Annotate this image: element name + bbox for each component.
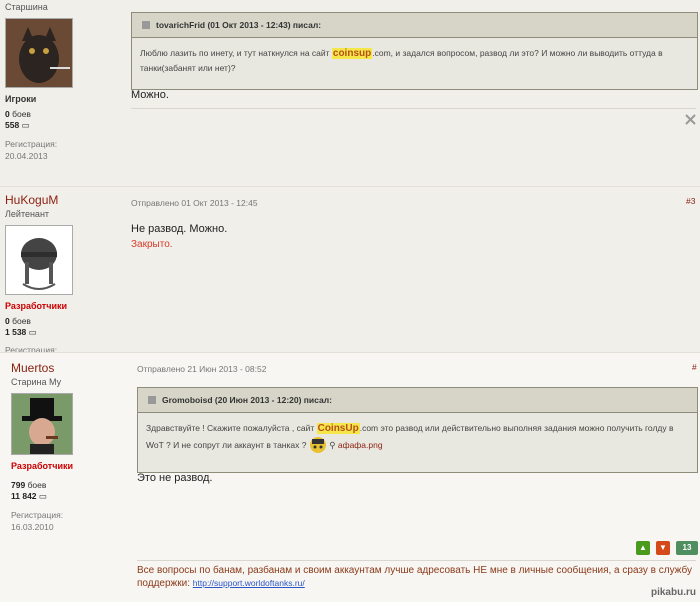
post-number-link[interactable]: #3	[686, 196, 695, 206]
author-messages: 558 ▭	[5, 120, 30, 130]
divider	[137, 560, 696, 561]
quote-icon	[148, 396, 156, 404]
signature: Все вопросы по банам, разбанам и своим а…	[137, 565, 692, 589]
closed-notice: Закрыто.	[131, 239, 173, 250]
author-nick[interactable]: Muertos	[11, 361, 131, 375]
author-battles: 0 боев	[5, 109, 31, 119]
author-rank: Лейтенант	[5, 209, 50, 219]
highlight: coinsup	[331, 48, 373, 59]
cat-avatar-icon	[6, 19, 72, 87]
emoticon-icon	[309, 436, 327, 454]
post-author: Muertos Старина Му Разработчики 799 боев…	[11, 361, 131, 532]
author-battles: 799 боев	[11, 480, 47, 490]
author-rank: Старина Му	[11, 377, 62, 387]
quote-header: tovarichFrid (01 Окт 2013 - 12:43) писал…	[132, 13, 697, 38]
vote-down-button[interactable]: ▼	[656, 541, 670, 555]
divider	[131, 108, 696, 109]
attachment-icon: ⚲	[329, 440, 336, 450]
close-icon[interactable]	[685, 114, 696, 125]
quote-body: Здравствуйте ! Скажите пожалуйста , сайт…	[138, 413, 697, 454]
post-author: HuKoguM Лейтенант Разработчики 0 боев 1 …	[5, 193, 125, 355]
reg-date: 16.03.2010	[11, 522, 54, 532]
reg-date: 20.04.2013	[5, 151, 48, 161]
post-3: Muertos Старина Му Разработчики 799 боев…	[0, 352, 700, 602]
author-messages: 11 842 ▭	[11, 491, 47, 501]
avatar[interactable]	[5, 18, 73, 88]
author-group: Разработчики	[5, 301, 68, 311]
reg-label: Регистрация:	[5, 139, 58, 149]
quote-body: Люблю лазить по инету, и тут наткнулся н…	[140, 48, 663, 73]
support-link[interactable]: http://support.worldoftanks.ru/	[193, 578, 305, 588]
message-icon: ▭	[28, 327, 37, 337]
quote-block: Gromoboisd (20 Июн 2013 - 12:20) писал: …	[137, 387, 698, 473]
author-messages: 1 538 ▭	[5, 327, 37, 337]
reg-label: Регистрация:	[11, 510, 64, 520]
helmet-avatar-icon	[6, 226, 72, 294]
quote-icon	[142, 21, 150, 29]
avatar[interactable]	[5, 225, 73, 295]
post-date: Отправлено 01 Окт 2013 - 12:45	[131, 198, 258, 208]
watermark: pikabu.ru	[650, 587, 696, 598]
author-battles: 0 боев	[5, 316, 31, 326]
post-number-link[interactable]: #	[692, 362, 697, 372]
avatar[interactable]	[11, 393, 73, 455]
top-hat-avatar-icon	[12, 394, 72, 454]
post-1: Старшина Игроки 0 боев 558 ▭ Регистрация…	[0, 0, 700, 186]
post-2: HuKoguM Лейтенант Разработчики 0 боев 1 …	[0, 186, 700, 355]
author-rank: Старшина	[5, 2, 48, 12]
reputation-score: 13	[676, 541, 698, 555]
author-group: Разработчики	[11, 461, 74, 471]
quote-block: tovarichFrid (01 Окт 2013 - 12:43) писал…	[131, 12, 698, 90]
message-icon: ▭	[21, 120, 30, 130]
arrow-down-icon: ▼	[659, 543, 667, 552]
post-text: Не развод. Можно.	[131, 223, 228, 235]
post-text: Можно.	[131, 89, 169, 101]
post-author: Старшина Игроки 0 боев 558 ▭ Регистрация…	[5, 0, 125, 161]
highlight: CoinsUp	[316, 423, 360, 434]
quote-header: Gromoboisd (20 Июн 2013 - 12:20) писал:	[138, 388, 697, 413]
post-date: Отправлено 21 Июн 2013 - 08:52	[137, 364, 267, 374]
vote-up-button[interactable]: ▲	[636, 541, 650, 555]
message-icon: ▭	[38, 491, 47, 501]
arrow-up-icon: ▲	[639, 543, 647, 552]
attachment-link[interactable]: афафа.png	[338, 440, 383, 450]
post-text: Это не развод.	[137, 472, 213, 484]
author-nick[interactable]: HuKoguM	[5, 193, 125, 207]
author-group: Игроки	[5, 94, 37, 104]
